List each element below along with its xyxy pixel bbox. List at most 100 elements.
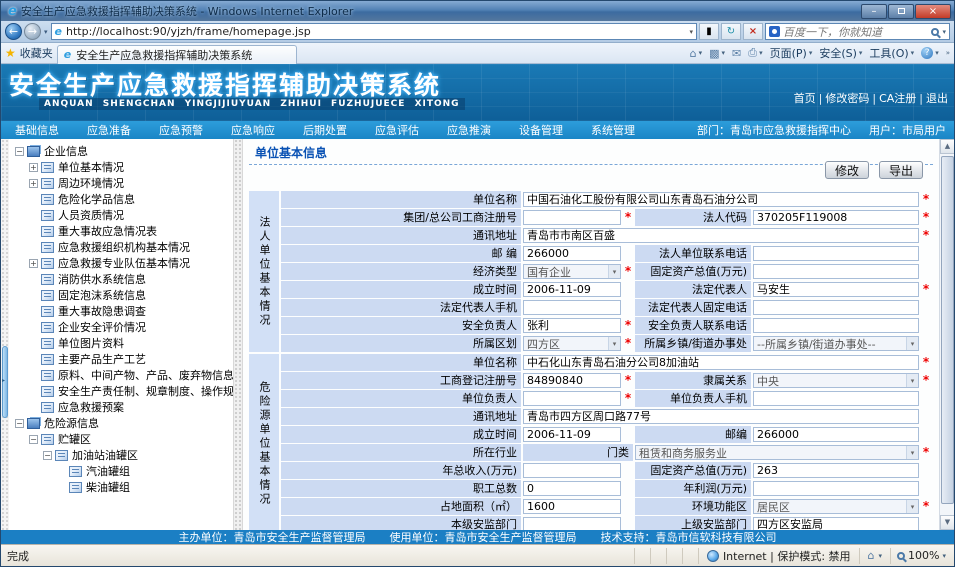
left-field-select[interactable]: 四方区▾ [523, 336, 621, 351]
refresh-button[interactable]: ↻ [721, 23, 741, 40]
url-box[interactable]: e http://localhost:90/yjzh/frame/homepag… [51, 23, 697, 40]
url-dropdown-chevron[interactable]: ▾ [689, 28, 693, 36]
tree-item[interactable]: +周边环境情况 [11, 175, 233, 191]
right-field-input[interactable] [753, 246, 919, 261]
compatibility-view-button[interactable]: ▮ [699, 23, 719, 40]
expand-box-icon[interactable]: + [29, 259, 38, 268]
modify-button[interactable]: 修改 [825, 161, 869, 179]
dropdown-arrow-icon[interactable]: ▾ [608, 337, 620, 350]
tree-item[interactable]: 固定泡沫系统信息 [11, 287, 233, 303]
tree-item[interactable]: +应急救援专业队伍基本情况 [11, 255, 233, 271]
left-field-input[interactable]: 2006-11-09 [523, 427, 621, 442]
tree-item[interactable]: 重大事故应急情况表 [11, 223, 233, 239]
left-field-input[interactable] [523, 391, 621, 406]
search-input[interactable]: 百度一下，你就知道 [783, 24, 928, 40]
more-commands-chevron[interactable]: » [946, 49, 950, 57]
collapse-box-icon[interactable]: − [43, 451, 52, 460]
search-options-chevron[interactable]: ▾ [942, 28, 946, 36]
left-field-input[interactable]: 0 [523, 481, 621, 496]
export-button[interactable]: 导出 [879, 161, 923, 179]
browser-tab[interactable]: e 安全生产应急救援指挥辅助决策系统 [57, 45, 297, 64]
scroll-up-arrow[interactable]: ▲ [940, 139, 954, 154]
tree-item[interactable]: 汽油罐组 [11, 463, 233, 479]
panel-collapse-handle[interactable] [2, 346, 8, 418]
home-button[interactable]: ⌂▾ [690, 47, 703, 60]
left-field-input[interactable] [523, 210, 621, 225]
search-icon[interactable] [931, 28, 939, 36]
right-field-input[interactable]: 四方区安监局 [753, 517, 919, 530]
tree-item[interactable]: 柴油罐组 [11, 479, 233, 495]
left-field-input[interactable]: 84890840 [523, 373, 621, 388]
left-field-input[interactable]: 266000 [523, 246, 621, 261]
tree-item[interactable]: 消防供水系统信息 [11, 271, 233, 287]
print-button[interactable]: ⎙▾ [748, 46, 762, 60]
zoom-level-button[interactable]: 100% ▾ [890, 548, 954, 564]
field-input[interactable]: 青岛市市南区百盛 [523, 228, 919, 243]
scroll-down-arrow[interactable]: ▼ [940, 515, 954, 530]
tree-item[interactable]: +单位基本情况 [11, 159, 233, 175]
minimize-button[interactable]: – [861, 4, 887, 19]
close-button[interactable]: × [915, 4, 951, 19]
left-field-select[interactable]: 国有企业▾ [523, 264, 621, 279]
banner-link-1[interactable]: 修改密码 [825, 92, 869, 105]
tree-item[interactable]: 企业安全评价情况 [11, 319, 233, 335]
forward-button[interactable]: → [24, 23, 41, 40]
right-field-input[interactable] [753, 391, 919, 406]
menu-item-7[interactable]: 设备管理 [505, 122, 577, 138]
tree-item[interactable]: 重大事故隐患调查 [11, 303, 233, 319]
tree-item[interactable]: 应急救援预案 [11, 399, 233, 415]
collapse-box-icon[interactable]: − [15, 147, 24, 156]
banner-link-3[interactable]: 退出 [926, 92, 948, 105]
collapse-box-icon[interactable]: − [29, 435, 38, 444]
right-field-input[interactable]: 266000 [753, 427, 919, 442]
left-field-input[interactable] [523, 300, 621, 315]
tree-item[interactable]: 危险化学品信息 [11, 191, 233, 207]
right-field-input[interactable] [753, 300, 919, 315]
right-field-input[interactable] [753, 318, 919, 333]
command-1[interactable]: 安全(S)▾ [819, 45, 862, 61]
left-field-input[interactable] [523, 463, 621, 478]
right-field-input[interactable] [753, 264, 919, 279]
left-field-input[interactable]: 1600 [523, 499, 621, 514]
recent-pages-chevron[interactable]: ▾ [43, 28, 49, 36]
stop-button[interactable]: × [743, 23, 763, 40]
expand-box-icon[interactable]: + [29, 179, 38, 188]
expand-box-icon[interactable]: + [29, 163, 38, 172]
left-field-input[interactable] [523, 517, 621, 530]
tree-item[interactable]: −贮罐区 [11, 431, 233, 447]
industry-field-select[interactable]: 租赁和商务服务业▾ [635, 445, 919, 460]
back-button[interactable]: ← [5, 23, 22, 40]
field-input[interactable]: 中国石油化工股份有限公司山东青岛石油分公司 [523, 192, 919, 207]
command-2[interactable]: 工具(O)▾ [869, 45, 914, 61]
dropdown-arrow-icon[interactable]: ▾ [608, 265, 620, 278]
command-0[interactable]: 页面(P)▾ [770, 45, 813, 61]
tree-item[interactable]: −企业信息 [11, 143, 233, 159]
right-field-input[interactable]: 263 [753, 463, 919, 478]
banner-link-0[interactable]: 首页 [794, 92, 816, 105]
right-field-input[interactable] [753, 481, 919, 496]
field-input[interactable]: 青岛市四方区周口路77号 [523, 409, 919, 424]
tree-item[interactable]: 人员资质情况 [11, 207, 233, 223]
field-input[interactable]: 中石化山东青岛石油分公司8加油站 [523, 355, 919, 370]
tree-item[interactable]: 安全生产责任制、规章制度、操作规程信息 [11, 383, 233, 399]
right-field-select[interactable]: 中央▾ [753, 373, 919, 388]
dropdown-arrow-icon[interactable]: ▾ [906, 337, 918, 350]
tree-form-splitter[interactable] [233, 139, 243, 530]
change-zoom-pane[interactable]: ⌂ ▾ [859, 548, 891, 564]
menu-item-5[interactable]: 应急评估 [361, 122, 433, 138]
menu-item-3[interactable]: 应急响应 [217, 122, 289, 138]
left-field-input[interactable]: 张利 [523, 318, 621, 333]
right-field-select[interactable]: 居民区▾ [753, 499, 919, 514]
menu-item-6[interactable]: 应急推演 [433, 122, 505, 138]
mail-button[interactable]: ✉ [732, 47, 741, 60]
right-field-input[interactable]: 370205F119008 [753, 210, 919, 225]
vertical-scrollbar[interactable]: ▲ ▼ [939, 139, 954, 530]
dropdown-arrow-icon[interactable]: ▾ [906, 446, 918, 459]
menu-item-0[interactable]: 基础信息 [1, 122, 73, 138]
tree-item[interactable]: 原料、中间产物、产品、废弃物信息 [11, 367, 233, 383]
favorites-star-icon[interactable]: ★ [5, 46, 16, 60]
left-field-input[interactable]: 2006-11-09 [523, 282, 621, 297]
collapse-box-icon[interactable]: − [15, 419, 24, 428]
menu-item-4[interactable]: 后期处置 [289, 122, 361, 138]
right-field-input[interactable]: 马安生 [753, 282, 919, 297]
